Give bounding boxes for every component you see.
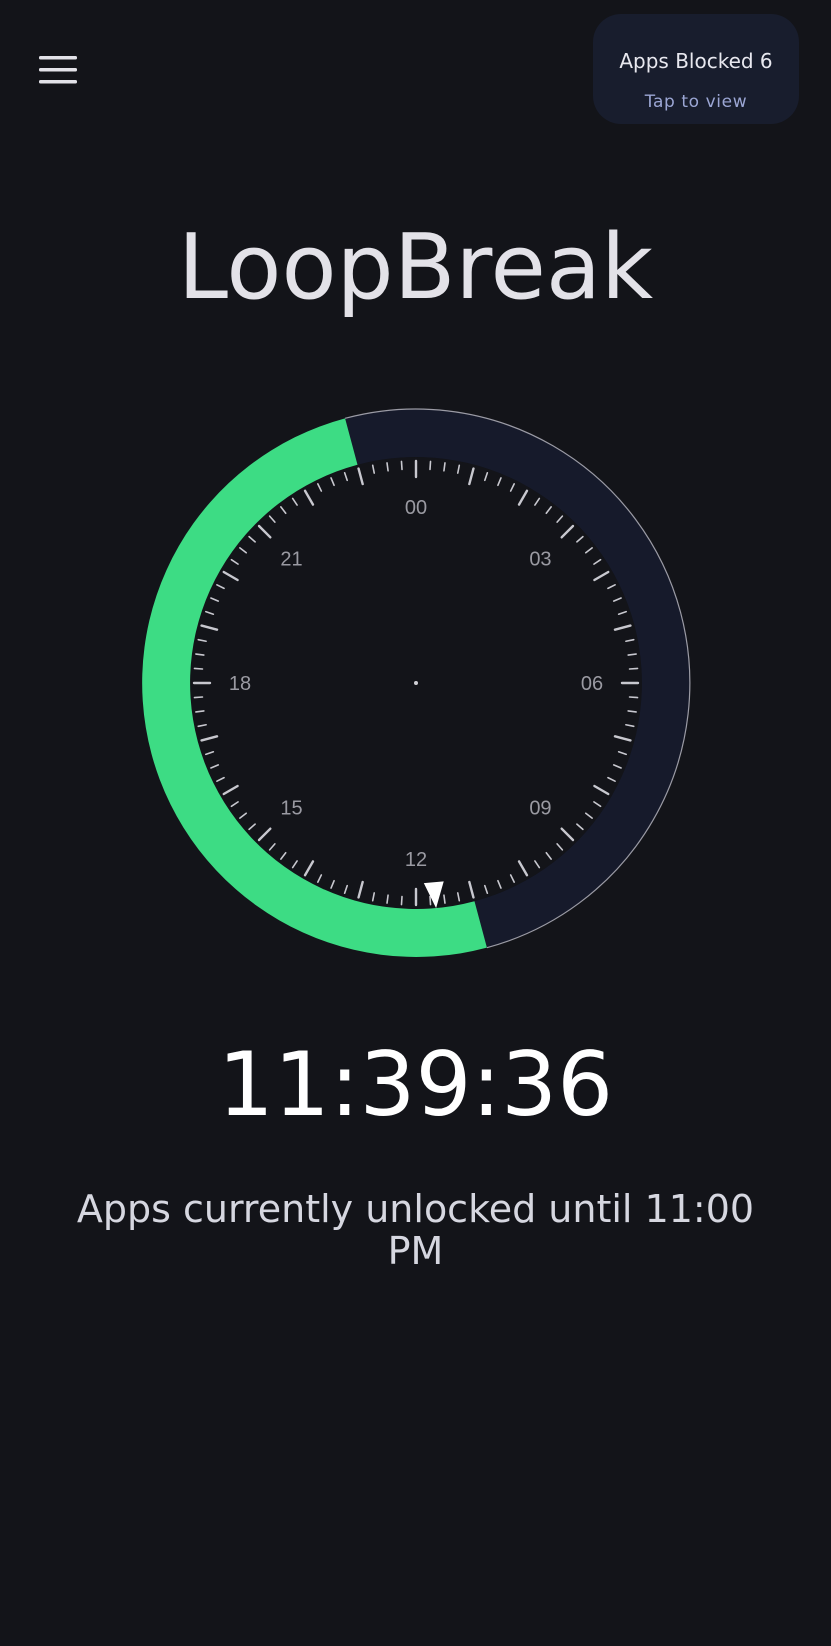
dial-tick	[628, 667, 639, 670]
menu-button[interactable]	[28, 45, 88, 95]
dial-tick	[195, 653, 205, 656]
dial-tick	[400, 460, 403, 471]
dial-tick	[193, 667, 204, 670]
hour-label-00: 00	[405, 497, 427, 519]
dial-tick	[443, 462, 446, 472]
dial-tick	[628, 696, 639, 699]
dial-tick	[386, 462, 389, 472]
hour-label-09: 09	[529, 797, 551, 819]
apps-blocked-title: Apps Blocked 6	[619, 49, 773, 73]
dial-tick	[386, 894, 389, 904]
dial-tick	[443, 894, 446, 904]
hamburger-menu-icon	[39, 56, 77, 84]
dial-tick	[429, 895, 432, 906]
tap-to-view-link[interactable]: Tap to view	[593, 92, 799, 112]
schedule-dial: 00 03 06 09 12 15 18 21	[142, 408, 691, 957]
dial-tick	[195, 710, 205, 713]
hour-label-15: 15	[280, 797, 302, 819]
dial-tick	[193, 696, 204, 699]
current-time-readout: 11:39:36	[217, 1033, 614, 1136]
dial-tick	[627, 653, 637, 656]
dial-tick	[400, 895, 403, 906]
apps-blocked-card[interactable]: Apps Blocked 6 Tap to view	[593, 14, 799, 124]
app-title: LoopBreak	[177, 215, 654, 320]
hour-label-21: 21	[280, 549, 302, 571]
dial-tick	[429, 460, 432, 471]
hour-label-06: 06	[581, 673, 603, 695]
unlock-status-text: Apps currently unlocked until 11:00 PM	[76, 1187, 755, 1273]
dial-center-dot	[414, 681, 418, 685]
dial-tick	[627, 710, 637, 713]
hour-label-18: 18	[229, 673, 251, 695]
hour-label-12: 12	[405, 849, 427, 871]
hour-label-03: 03	[529, 549, 551, 571]
